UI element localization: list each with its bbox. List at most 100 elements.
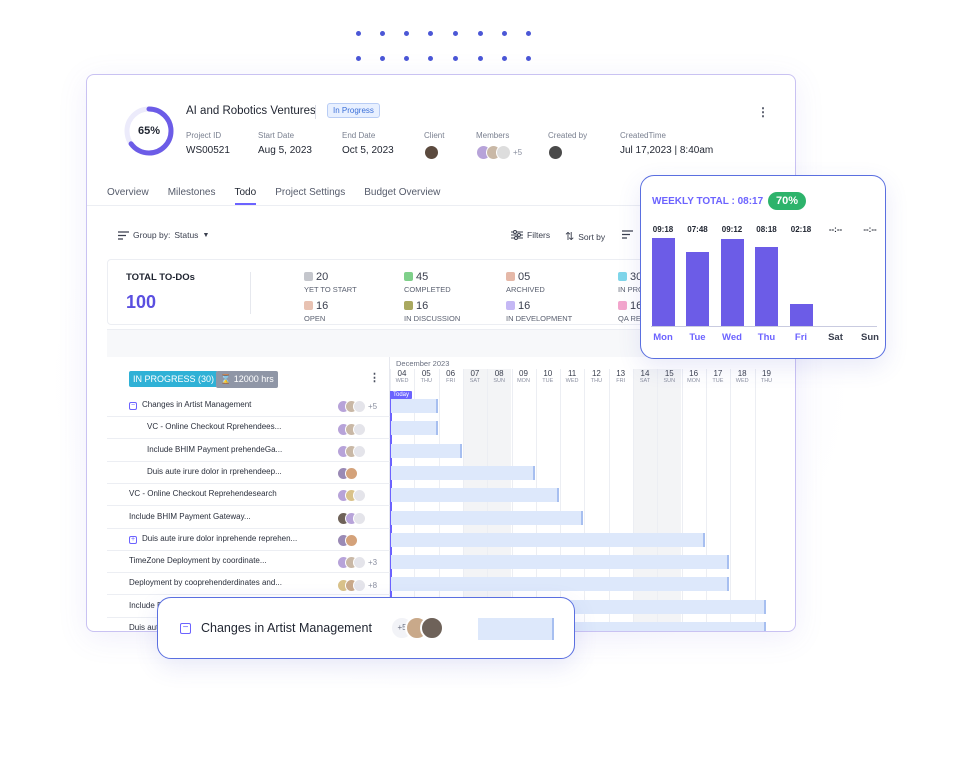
assignee-avatar[interactable] — [353, 578, 366, 592]
day-hours-bar[interactable] — [755, 247, 778, 326]
project-title: AI and Robotics Ventures — [186, 105, 316, 117]
task-title: Include BHIM Payment prehendeGa... — [147, 444, 283, 454]
status-stat[interactable]: 16 IN DISCUSSION — [404, 296, 460, 323]
more-assignees-count[interactable]: +3 — [368, 558, 377, 567]
view-options-button[interactable] — [622, 230, 633, 239]
tab-milestones[interactable]: Milestones — [168, 187, 216, 205]
tab-budget-overview[interactable]: Budget Overview — [364, 187, 440, 205]
group-more-icon[interactable]: ⋮ — [369, 371, 380, 384]
day-header: 15 SUN — [657, 369, 681, 384]
status-stat[interactable]: 45 COMPLETED — [404, 267, 451, 294]
highlighted-task-row[interactable]: − Changes in Artist Management +5 — [157, 597, 575, 659]
task-gantt-bar[interactable] — [391, 399, 438, 413]
task-gantt-bar[interactable] — [478, 618, 554, 640]
task-gantt-bar[interactable] — [391, 421, 438, 436]
meta-label: Created by — [548, 131, 588, 140]
task-list: IN PROGRESS (30) ⌛ 12000 hrs ⋮ − Changes … — [107, 357, 390, 632]
status-color-swatch — [404, 272, 413, 281]
tab-overview[interactable]: Overview — [107, 187, 149, 205]
task-title: VC - Online Checkout Reprehendesearch — [129, 489, 277, 499]
tab-todo[interactable]: Todo — [234, 187, 257, 205]
chart-baseline — [651, 326, 877, 327]
assignee-avatar[interactable] — [345, 534, 358, 548]
tab-project-settings[interactable]: Project Settings — [275, 187, 345, 205]
gantt-timeline: December 2023 04 WED 05 THU 06 FRI 07 SAT 08 SUN 0… — [390, 357, 795, 631]
members-more-count[interactable]: +5 — [513, 148, 522, 157]
day-number: 17 — [713, 369, 723, 378]
day-column-line — [681, 369, 683, 631]
client-avatar[interactable] — [424, 145, 439, 160]
task-gantt-bar[interactable] — [391, 443, 462, 458]
expand-icon[interactable]: + — [129, 535, 137, 544]
task-row[interactable]: VC - Online Checkout Rprehendees... — [107, 417, 390, 440]
creator-avatar[interactable] — [548, 145, 563, 160]
assignee-avatar[interactable] — [353, 556, 366, 570]
dot-icon — [478, 31, 483, 36]
assignee-avatar[interactable] — [420, 616, 444, 640]
day-number: 09 — [519, 369, 528, 378]
filters-button[interactable]: Filters — [511, 230, 550, 240]
task-row[interactable]: Include BHIM Payment prehendeGa... — [107, 440, 390, 462]
weekday-label: WED — [565, 378, 579, 384]
task-row[interactable]: TimeZone Deployment by coordinate... +3 — [107, 551, 390, 574]
collapse-icon[interactable]: − — [129, 402, 137, 410]
task-row[interactable]: − Changes in Artist Management +5 — [107, 395, 390, 417]
status-stat[interactable]: 16 IN DEVELOPMENT — [506, 296, 572, 323]
day-header: 14 SAT — [633, 369, 657, 384]
group-by-dropdown[interactable]: Group by: Status ▼ — [118, 230, 209, 240]
day-hours-bar[interactable] — [651, 238, 675, 326]
more-assignees-count[interactable]: +8 — [368, 581, 377, 590]
task-title: Changes in Artist Management — [201, 621, 372, 635]
member-avatar[interactable] — [496, 145, 511, 160]
dot-icon — [526, 31, 531, 36]
day-number: 08 — [494, 369, 504, 378]
status-stat[interactable]: 16 OPEN — [304, 296, 328, 323]
in-progress-group-badge[interactable]: IN PROGRESS (30) — [129, 371, 219, 387]
day-number: 10 — [543, 369, 553, 378]
day-time-label: 08:18 — [756, 225, 777, 234]
status-stat[interactable]: 05 ARCHIVED — [506, 267, 545, 294]
assignee-avatar[interactable] — [353, 444, 366, 458]
status-stat[interactable]: 16 QA RE — [618, 296, 642, 323]
assignee-avatars: +3 — [337, 554, 377, 572]
day-hours-bar[interactable] — [720, 238, 744, 326]
assignee-avatar[interactable] — [353, 422, 366, 436]
meta-value: Jul 17,2023 | 8:40am — [620, 145, 714, 156]
status-count: 20 — [316, 271, 329, 283]
status-count: 16 — [416, 300, 429, 312]
task-gantt-bar[interactable] — [391, 555, 730, 570]
task-gantt-bar[interactable] — [391, 510, 584, 525]
more-options-icon[interactable]: ⋮ — [757, 105, 769, 119]
meta-members: Members +5 — [476, 131, 522, 160]
dot-icon — [428, 31, 433, 36]
status-stat[interactable]: 20 YET TO START — [304, 267, 357, 294]
weekly-total-title: WEEKLY TOTAL : 08:17 — [652, 196, 764, 207]
assignee-avatar[interactable] — [353, 511, 366, 525]
task-row[interactable]: VC - Online Checkout Reprehendesearch — [107, 484, 390, 507]
day-number: 06 — [446, 369, 456, 378]
collapse-icon[interactable]: − — [180, 623, 191, 634]
assignee-avatar[interactable] — [353, 489, 366, 503]
day-hours-bar[interactable] — [686, 252, 709, 326]
status-color-swatch — [506, 272, 515, 281]
task-gantt-bar[interactable] — [391, 488, 560, 503]
day-hours-bar[interactable] — [789, 304, 813, 326]
status-name: QA RE — [618, 314, 641, 323]
sort-by-button[interactable]: ⇅ Sort by — [565, 230, 605, 243]
task-gantt-bar[interactable] — [391, 532, 705, 547]
hours-badge: ⌛ 12000 hrs — [216, 371, 278, 388]
task-row[interactable]: Duis aute irure dolor in rprehendeep... — [107, 462, 390, 484]
task-gantt-bar[interactable] — [391, 577, 730, 592]
assignee-avatar[interactable] — [353, 400, 366, 414]
assignee-avatar[interactable] — [345, 467, 358, 481]
day-header: 12 THU — [584, 369, 608, 384]
day-column-line — [754, 369, 756, 631]
task-title: Duis aut — [129, 623, 159, 632]
weekday-label: WED — [735, 378, 749, 384]
task-title: Duis aute irure dolor in rprehendeep... — [147, 466, 282, 476]
task-row[interactable]: Deployment by cooprehenderdinates and...… — [107, 573, 390, 596]
task-row[interactable]: Include BHIM Payment Gateway... — [107, 507, 390, 529]
more-assignees-count[interactable]: +5 — [368, 402, 377, 411]
task-row[interactable]: + Duis aute irure dolor inprehende repreh… — [107, 529, 390, 551]
task-gantt-bar[interactable] — [391, 465, 535, 480]
